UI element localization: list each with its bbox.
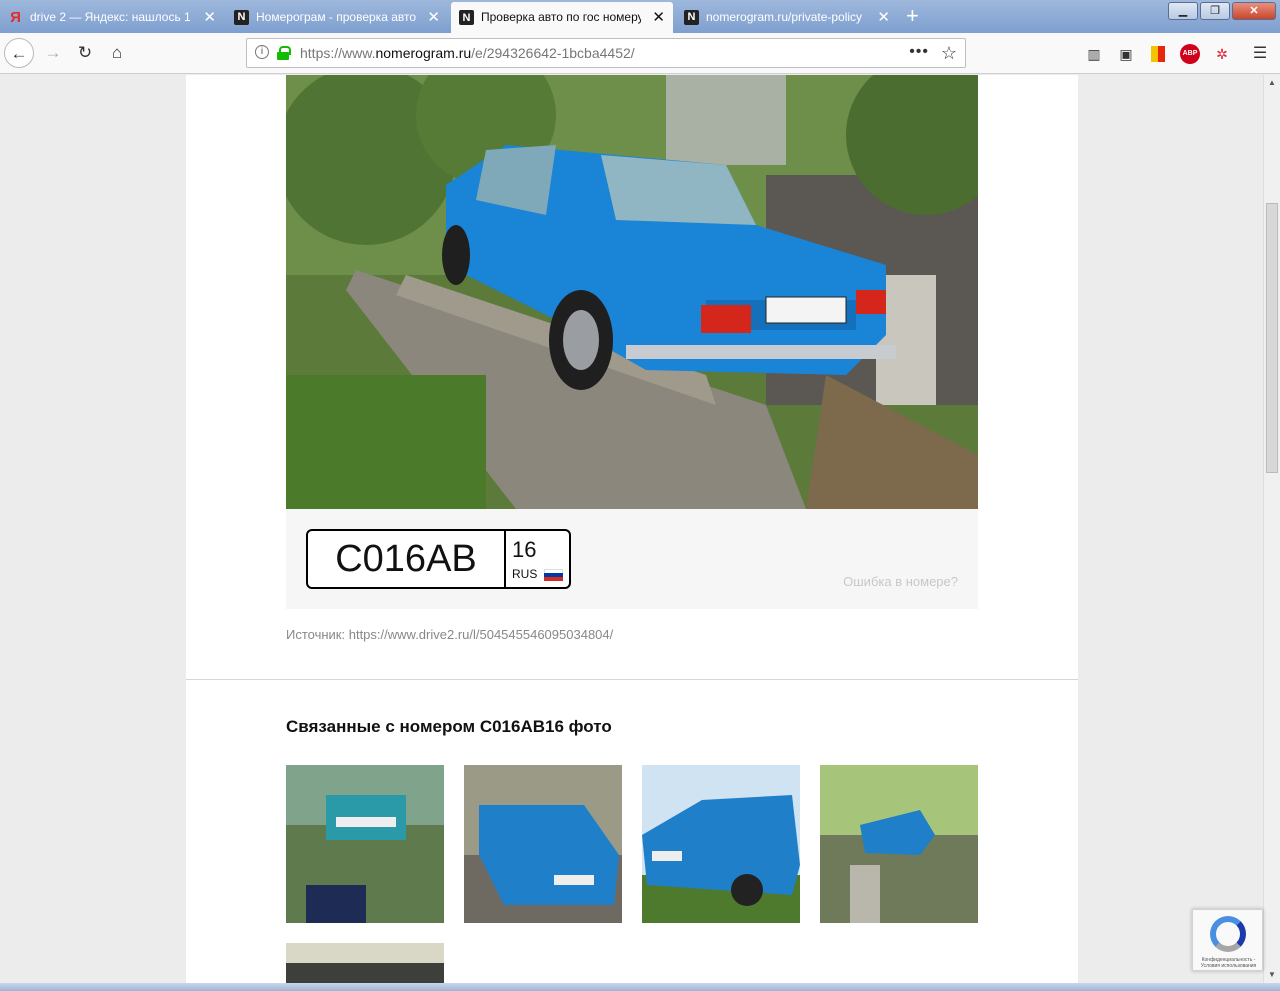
url-prefix: https://www. [300, 45, 376, 61]
related-photos-title: Связанные с номером С016АВ16 фото [286, 717, 612, 736]
car-photo[interactable] [286, 75, 978, 509]
close-icon[interactable]: ✕ [652, 2, 665, 33]
related-photo-thumbnail[interactable] [286, 765, 444, 923]
page-actions-button[interactable]: ••• [909, 39, 929, 65]
car-photo-image [286, 75, 978, 509]
nomerogram-icon: N [684, 10, 699, 25]
maximize-button[interactable]: ❐ [1200, 2, 1230, 20]
tab-label: Номерограм - проверка авто [256, 10, 416, 24]
plate-number: С016АВ [308, 531, 506, 587]
reload-button[interactable]: ↻ [70, 38, 100, 68]
bookmark-star-icon[interactable]: ☆ [941, 39, 957, 67]
url-text[interactable]: https://www.nomerogram.ru/e/294326642-1b… [300, 39, 635, 67]
related-photo-thumbnail[interactable] [820, 765, 978, 923]
minimize-button[interactable]: ▁ [1168, 2, 1198, 20]
forward-button[interactable]: → [38, 38, 68, 68]
related-photo-image [820, 765, 978, 923]
source-link[interactable]: Источник: https://www.drive2.ru/l/504545… [286, 627, 613, 642]
tab-yandex[interactable]: Я drive 2 — Яндекс: нашлось 14… ✕ [0, 2, 224, 33]
tab-label: Проверка авто по гос номеру [481, 10, 641, 24]
library-icon[interactable]: ▥ [1084, 44, 1104, 64]
russian-flag-icon [544, 569, 563, 581]
scroll-up-icon[interactable]: ▲ [1264, 75, 1280, 91]
related-photo-thumbnail[interactable] [464, 765, 622, 923]
related-photo-image [464, 765, 622, 923]
address-bar[interactable]: i https://www.nomerogram.ru/e/294326642-… [246, 38, 966, 68]
adblock-icon[interactable]: ABP [1180, 44, 1200, 64]
close-icon[interactable]: ✕ [203, 2, 216, 33]
nomerogram-icon: N [234, 10, 249, 25]
section-divider [186, 679, 1078, 680]
url-domain: nomerogram.ru [375, 45, 472, 61]
related-photo-image [286, 943, 444, 983]
tab-label: drive 2 — Яндекс: нашлось 14… [30, 10, 190, 24]
close-icon[interactable]: ✕ [427, 2, 440, 33]
menu-icon[interactable]: ☰ [1250, 44, 1270, 64]
new-tab-button[interactable]: + [906, 4, 919, 28]
related-photo-image [286, 765, 444, 923]
scroll-down-icon[interactable]: ▼ [1264, 967, 1280, 983]
url-path: /e/294326642-1bcba4452/ [471, 45, 635, 61]
plate-region: 16 [512, 537, 537, 562]
vertical-scrollbar[interactable]: ▲ ▼ [1263, 75, 1280, 983]
extension-icon[interactable]: ✲ [1212, 44, 1232, 64]
plate-error-link[interactable]: Ошибка в номере? [843, 574, 958, 589]
tab-private-policy[interactable]: N nomerogram.ru/private-policy ✕ [676, 2, 898, 33]
yandex-icon: Я [10, 9, 21, 26]
main-content: С016АВ 16 RUS Ошибка в номере? Источник:… [186, 75, 1078, 983]
plate-panel: С016АВ 16 RUS Ошибка в номере? [286, 509, 978, 609]
related-photo-thumbnail[interactable] [642, 765, 800, 923]
tab-strip: Я drive 2 — Яндекс: нашлось 14… ✕ N Номе… [0, 0, 1280, 33]
sidebar-icon[interactable]: ▣ [1116, 44, 1136, 64]
home-button[interactable]: ⌂ [102, 38, 132, 68]
info-icon[interactable]: i [255, 45, 269, 59]
taskbar [0, 983, 1280, 991]
tab-nomerogram[interactable]: N Номерограм - проверка авто ✕ [226, 2, 448, 33]
navigation-bar: ← → ↻ ⌂ i https://www.nomerogram.ru/e/29… [0, 33, 1280, 74]
bookmark-extension-icon[interactable] [1151, 46, 1165, 62]
window-controls: ▁ ❐ ✕ [1168, 2, 1276, 20]
back-button[interactable]: ← [4, 38, 34, 68]
plate-country: RUS [512, 567, 538, 581]
tab-label: nomerogram.ru/private-policy [706, 10, 863, 24]
related-photo-thumbnail[interactable] [286, 943, 444, 983]
license-plate: С016АВ 16 RUS [306, 529, 571, 589]
related-photo-image [642, 765, 800, 923]
close-icon[interactable]: ✕ [877, 2, 890, 33]
tab-check-auto[interactable]: N Проверка авто по гос номеру ✕ [451, 2, 673, 33]
recaptcha-badge[interactable]: Конфиденциальность - Условия использован… [1192, 909, 1263, 971]
window-close-button[interactable]: ✕ [1232, 2, 1276, 20]
lock-icon[interactable] [277, 46, 291, 60]
nomerogram-icon: N [459, 10, 474, 25]
page-viewport: С016АВ 16 RUS Ошибка в номере? Источник:… [0, 75, 1263, 983]
recaptcha-icon [1210, 916, 1246, 952]
scrollbar-thumb[interactable] [1266, 203, 1278, 473]
recaptcha-text[interactable]: Конфиденциальность - Условия использован… [1195, 957, 1262, 969]
